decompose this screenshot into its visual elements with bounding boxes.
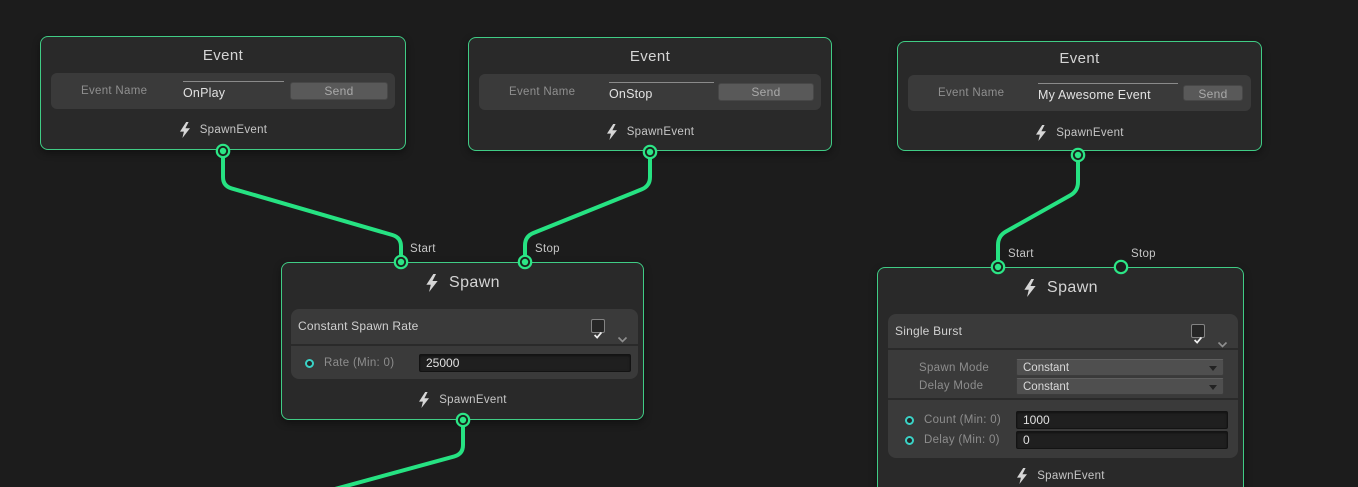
output-row: SpawnEvent [898, 125, 1261, 141]
edge-spawn-output-downstream[interactable] [335, 420, 463, 487]
delay-input-port[interactable] [905, 436, 914, 445]
event-name-input[interactable]: OnStop [609, 82, 714, 103]
event-settings-panel: Event Name My Awesome Event Send [908, 75, 1251, 111]
block-title: Single Burst [895, 314, 962, 348]
spawn-mode-label: Spawn Mode [919, 362, 989, 374]
event-node-onplay[interactable]: Event Event Name OnPlay Send SpawnEvent [40, 36, 406, 150]
lightning-bolt-icon [418, 392, 430, 408]
block-divider [888, 398, 1238, 400]
node-title: Spawn [1047, 279, 1098, 297]
start-port-label: Start [410, 243, 436, 255]
stop-port-label: Stop [1131, 248, 1156, 260]
block-single-burst[interactable]: Single Burst Spawn Mode Constant Delay M… [888, 314, 1238, 458]
block-header: Constant Spawn Rate [291, 309, 638, 344]
output-row: SpawnEvent [878, 468, 1243, 484]
event-node-onstop[interactable]: Event Event Name OnStop Send SpawnEvent [468, 37, 832, 151]
count-label: Count (Min: 0) [924, 414, 1001, 426]
lightning-bolt-icon [179, 122, 191, 138]
rate-field[interactable]: 25000 [419, 354, 631, 372]
event-name-label: Event Name [509, 74, 575, 110]
node-title: Spawn [449, 274, 500, 292]
dropdown-arrow-icon [1209, 385, 1217, 390]
block-divider [291, 344, 638, 346]
lightning-bolt-icon [1023, 279, 1037, 297]
spawn-mode-value: Constant [1023, 362, 1069, 374]
stop-port-label: Stop [535, 243, 560, 255]
lightning-bolt-icon [425, 274, 439, 292]
edge-onplay-to-start[interactable] [223, 151, 401, 262]
output-row: SpawnEvent [282, 392, 643, 408]
count-input-port[interactable] [905, 416, 914, 425]
event-settings-panel: Event Name OnStop Send [479, 74, 821, 110]
node-title: Event [898, 50, 1261, 67]
block-constant-spawn-rate[interactable]: Constant Spawn Rate Rate (Min: 0) 25000 [291, 309, 638, 379]
spawn-node-constant-rate[interactable]: Spawn Constant Spawn Rate Rate (Min: 0) … [281, 262, 644, 420]
lightning-bolt-icon [606, 124, 618, 140]
delay-mode-dropdown[interactable]: Constant [1016, 378, 1224, 395]
block-header: Single Burst [888, 314, 1238, 348]
spawnevent-output-label: SpawnEvent [627, 126, 695, 138]
node-title: Event [469, 48, 831, 65]
event-node-awesome[interactable]: Event Event Name My Awesome Event Send S… [897, 41, 1262, 151]
event-name-label: Event Name [81, 73, 147, 109]
send-button[interactable]: Send [718, 83, 814, 101]
chevron-down-icon[interactable] [1217, 328, 1228, 336]
vfx-graph-canvas[interactable]: Event Event Name OnPlay Send Spawn Event … [0, 0, 1358, 487]
lightning-bolt-icon [1016, 468, 1028, 484]
send-button[interactable]: Send [1183, 85, 1243, 101]
rate-label: Rate (Min: 0) [324, 357, 394, 369]
block-enabled-checkbox[interactable] [1191, 324, 1205, 338]
delay-field[interactable]: 0 [1016, 431, 1228, 449]
count-field[interactable]: 1000 [1016, 411, 1228, 429]
dropdown-arrow-icon [1209, 366, 1217, 371]
node-title-row: Spawn [282, 274, 643, 292]
block-enabled-checkbox[interactable] [591, 319, 605, 333]
delay-mode-value: Constant [1023, 381, 1069, 393]
event-name-input[interactable]: OnPlay [183, 81, 284, 102]
start-port-label: Start [1008, 248, 1034, 260]
spawnevent-output-label: SpawnEvent [200, 124, 268, 136]
rate-input-port[interactable] [305, 359, 314, 368]
delay-label: Delay (Min: 0) [924, 434, 1000, 446]
node-title: Event [41, 47, 405, 64]
spawnevent-output-label: SpawnEvent [1037, 470, 1105, 482]
spawnevent-output-label: SpawnEvent [1056, 127, 1124, 139]
send-button[interactable]: Send [290, 82, 388, 100]
chevron-down-icon[interactable] [617, 323, 628, 331]
delay-mode-label: Delay Mode [919, 380, 983, 392]
event-name-label: Event Name [938, 75, 1004, 111]
block-divider [888, 348, 1238, 350]
output-row: SpawnEvent [41, 122, 405, 138]
block-title: Constant Spawn Rate [298, 309, 419, 344]
lightning-bolt-icon [1035, 125, 1047, 141]
event-settings-panel: Event Name OnPlay Send [51, 73, 395, 109]
spawnevent-output-label: SpawnEvent [439, 394, 507, 406]
node-title-row: Spawn [878, 279, 1243, 297]
event-name-input[interactable]: My Awesome Event [1038, 83, 1178, 104]
spawn-mode-dropdown[interactable]: Constant [1016, 359, 1224, 376]
output-row: SpawnEvent [469, 124, 831, 140]
spawn-node-single-burst[interactable]: Spawn Single Burst Spawn Mode Constant D… [877, 267, 1244, 487]
